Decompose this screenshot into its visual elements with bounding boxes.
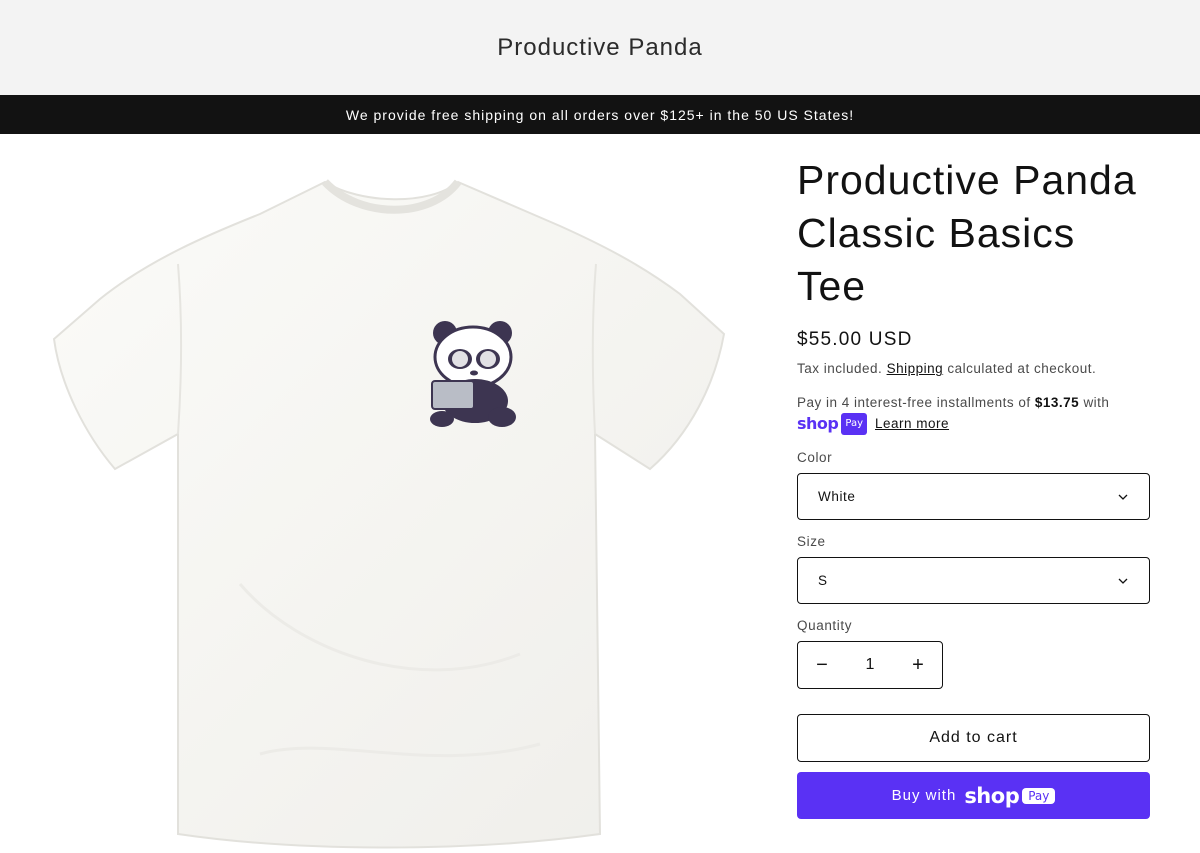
buy-pay-pill: Pay — [1022, 787, 1056, 804]
product-price: $55.00 USD — [797, 329, 913, 350]
color-selected-value: White — [818, 489, 856, 504]
quantity-label: Quantity — [797, 618, 853, 633]
quantity-decrease-button[interactable]: − — [798, 642, 846, 688]
quantity-stepper: − 1 + — [797, 641, 943, 689]
tshirt-image — [52, 179, 726, 849]
product-title-line: Productive Panda — [797, 157, 1137, 203]
add-to-cart-button[interactable]: Add to cart — [797, 714, 1150, 762]
buy-logo-text: shop — [964, 783, 1020, 808]
shop-pay-pill: Pay — [841, 413, 867, 435]
learn-more-link[interactable]: Learn more — [875, 414, 949, 434]
installments-note: Pay in 4 interest-free installments of $… — [797, 393, 1150, 435]
product-info: Productive Panda Classic Basics Tee $55.… — [797, 134, 1150, 819]
tax-prefix: Tax included. — [797, 361, 883, 376]
color-select[interactable]: White — [797, 473, 1150, 520]
quantity-input[interactable]: 1 — [866, 656, 875, 674]
announcement-bar: We provide free shipping on all orders o… — [0, 95, 1200, 134]
product-title-line: Classic Basics — [797, 210, 1076, 256]
size-selected-value: S — [818, 573, 828, 588]
product-title: Productive Panda Classic Basics Tee — [797, 154, 1150, 313]
color-label: Color — [797, 450, 833, 465]
product-image[interactable] — [0, 134, 780, 853]
tax-note: Tax included. Shipping calculated at che… — [797, 361, 1150, 376]
installment-amount: $13.75 — [1034, 395, 1080, 410]
chevron-down-icon — [1118, 578, 1128, 584]
announcement-text: We provide free shipping on all orders o… — [345, 106, 855, 123]
shop-logo-text: shop — [797, 414, 839, 433]
buy-with-label: Buy with — [891, 787, 957, 804]
shipping-link[interactable]: Shipping — [887, 361, 944, 376]
buy-with-shop-pay-button[interactable]: Buy with shop Pay — [797, 772, 1150, 819]
site-header: Productive Panda — [0, 0, 1200, 95]
quantity-increase-button[interactable]: + — [894, 642, 942, 688]
shop-pay-logo: shop Pay — [797, 413, 867, 435]
size-select[interactable]: S — [797, 557, 1150, 604]
panda-graphic-icon — [430, 321, 516, 427]
tax-suffix: calculated at checkout. — [947, 361, 1097, 376]
installments-prefix: Pay in 4 interest-free installments of — [797, 395, 1031, 410]
minus-icon: − — [816, 653, 828, 676]
size-label: Size — [797, 534, 826, 549]
site-title-link[interactable]: Productive Panda — [497, 34, 702, 62]
installments-suffix: with — [1083, 395, 1110, 410]
plus-icon: + — [912, 653, 924, 676]
shop-pay-logo: shop Pay — [964, 783, 1056, 808]
chevron-down-icon — [1118, 494, 1128, 500]
product-title-line: Tee — [797, 263, 867, 309]
